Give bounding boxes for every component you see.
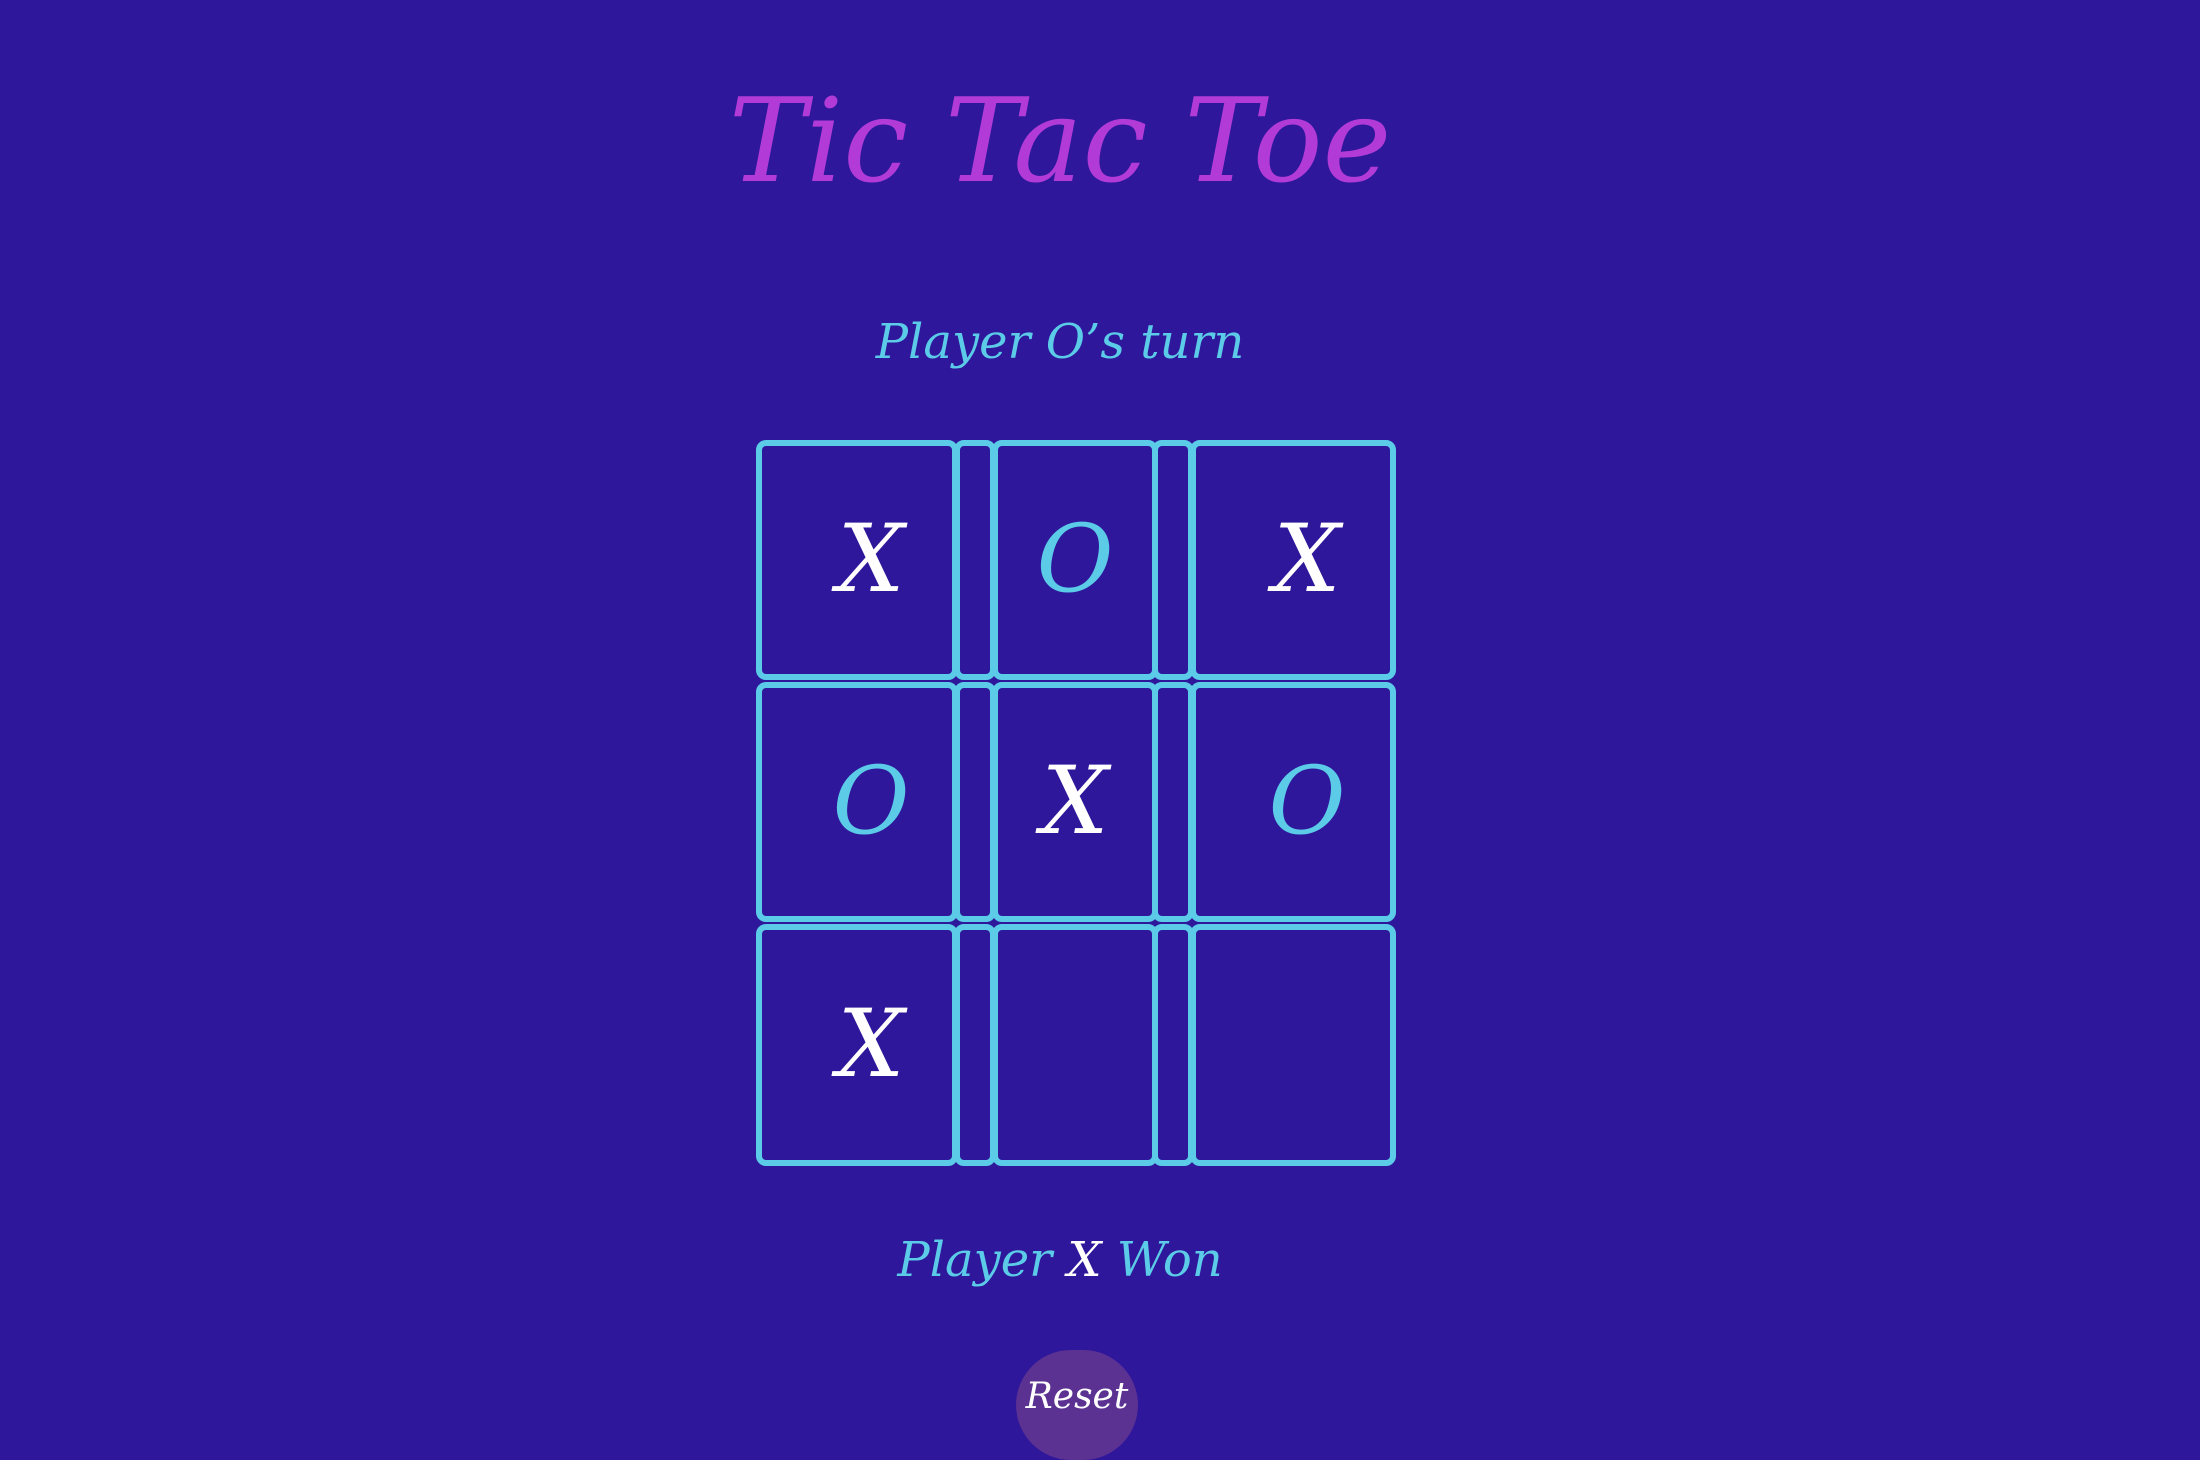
- board-cell-4[interactable]: O: [756, 682, 958, 922]
- column-gap-right-top: [1152, 440, 1194, 680]
- column-gap-left-bottom: [954, 924, 996, 1166]
- board-cell-5[interactable]: X: [992, 682, 1158, 922]
- game-result: Player X Won: [0, 1236, 2120, 1284]
- result-prefix: Player: [897, 1232, 1053, 1288]
- reset-button[interactable]: Reset: [1016, 1350, 1138, 1460]
- column-gap-right-middle: [1152, 682, 1194, 922]
- board-cell-8[interactable]: [992, 924, 1158, 1166]
- result-suffix: Won: [1116, 1232, 1223, 1288]
- board-cell-7[interactable]: X: [756, 924, 958, 1166]
- column-gap-left-middle: [954, 682, 996, 922]
- turn-indicator: Player O’s turn: [875, 314, 1245, 370]
- game-board: X O X O X O X: [756, 440, 1396, 1166]
- result-winner-mark: X: [1067, 1232, 1102, 1288]
- column-gap-right-bottom: [1152, 924, 1194, 1166]
- board-cell-6[interactable]: O: [1190, 682, 1396, 922]
- page-title: Tic Tac Toe: [728, 74, 1392, 209]
- board-cell-1[interactable]: X: [756, 440, 958, 680]
- board-cell-2[interactable]: O: [992, 440, 1158, 680]
- board-cell-9[interactable]: [1190, 924, 1396, 1166]
- column-gap-left-top: [954, 440, 996, 680]
- board-cell-3[interactable]: X: [1190, 440, 1396, 680]
